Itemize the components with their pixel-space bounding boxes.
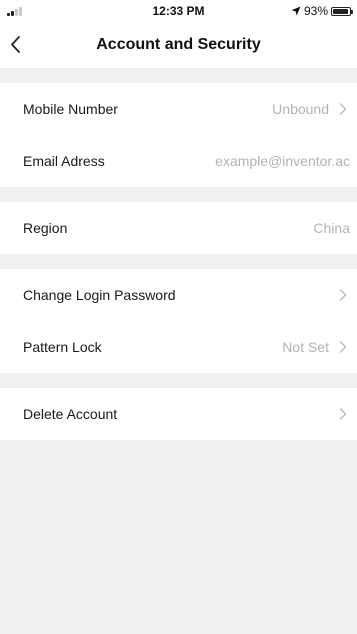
battery-icon (331, 6, 353, 16)
delete-account-label: Delete Account (23, 406, 118, 422)
email-address-label: Email Adress (23, 153, 105, 169)
status-right: 93% (291, 4, 353, 18)
page-title: Account and Security (96, 36, 261, 53)
group-contact: Mobile Number Unbound Email Adress examp… (0, 83, 357, 187)
battery-fill (333, 8, 348, 14)
status-bar: 12:33 PM 93% (0, 0, 357, 22)
email-address-row[interactable]: Email Adress example@inventor.ac (0, 135, 357, 187)
mobile-number-value: Unbound (272, 101, 329, 117)
chevron-right-icon (339, 408, 347, 420)
account-security-screen: 12:33 PM 93% Account and Security Mobile… (0, 0, 357, 634)
settings-list: Mobile Number Unbound Email Adress examp… (0, 68, 357, 440)
delete-account-row[interactable]: Delete Account (0, 388, 357, 440)
chevron-right-icon (339, 103, 347, 115)
group-region: Region China (0, 202, 357, 254)
email-address-value: example@inventor.ac (215, 153, 350, 169)
back-button[interactable] (6, 30, 36, 60)
region-row[interactable]: Region China (0, 202, 357, 254)
change-login-password-row[interactable]: Change Login Password (0, 269, 357, 321)
pattern-lock-value: Not Set (282, 339, 329, 355)
region-label: Region (23, 220, 68, 236)
mobile-number-label: Mobile Number (23, 101, 118, 117)
mobile-number-row[interactable]: Mobile Number Unbound (0, 83, 357, 135)
pattern-lock-label: Pattern Lock (23, 339, 102, 355)
group-security: Change Login Password Pattern Lock Not S… (0, 269, 357, 373)
region-value: China (313, 220, 350, 236)
chevron-right-icon (339, 289, 347, 301)
battery-percentage: 93% (303, 4, 328, 18)
change-login-password-label: Change Login Password (23, 287, 176, 303)
chevron-right-icon (339, 341, 347, 353)
group-delete: Delete Account (0, 388, 357, 440)
location-arrow-icon (291, 6, 301, 16)
navigation-bar: Account and Security (0, 22, 357, 68)
chevron-left-icon (11, 36, 20, 53)
pattern-lock-row[interactable]: Pattern Lock Not Set (0, 321, 357, 373)
